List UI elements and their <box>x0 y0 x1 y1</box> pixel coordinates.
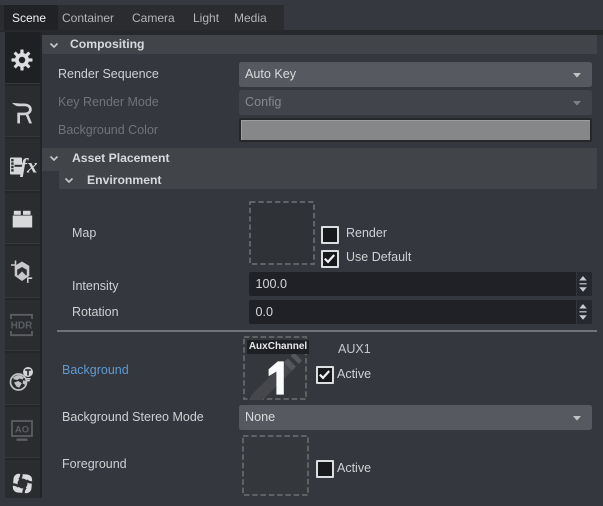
svg-text:AO: AO <box>15 425 29 436</box>
svg-text:fx: fx <box>20 155 37 177</box>
svg-text:HDR: HDR <box>11 321 33 332</box>
